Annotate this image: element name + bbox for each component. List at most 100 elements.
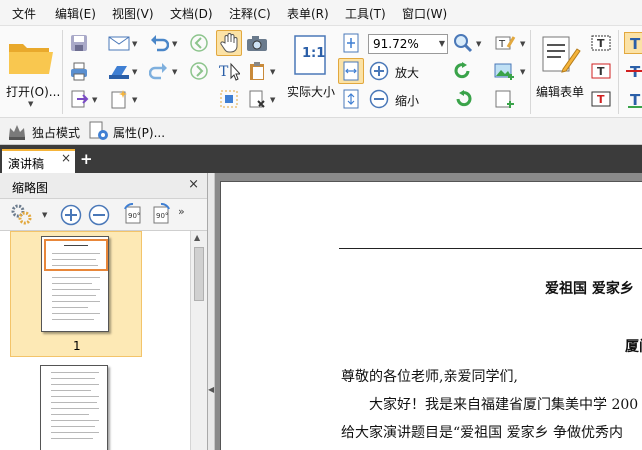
actual-size-label[interactable]: 实际大小 — [287, 83, 335, 100]
menu-document[interactable]: 文档(D) — [170, 5, 213, 22]
scanner-dropdown-icon[interactable]: ▼ — [132, 68, 137, 76]
thumb-zoom-out-icon[interactable] — [88, 204, 110, 226]
zoom-out-icon[interactable] — [368, 88, 390, 110]
scanner-icon[interactable] — [108, 60, 130, 82]
save-icon[interactable] — [68, 32, 90, 54]
svg-text:T: T — [630, 91, 641, 108]
actual-size-glyph: 1:1 — [302, 46, 326, 61]
clipboard-icon[interactable] — [246, 60, 268, 82]
zoom-select[interactable]: 91.72% ▼ — [368, 34, 448, 54]
text-box-icon[interactable]: T — [590, 60, 612, 82]
clipboard-dropdown-icon[interactable]: ▼ — [270, 68, 275, 76]
print-icon[interactable] — [68, 60, 90, 82]
new-document-icon[interactable] — [108, 88, 130, 110]
rotate-page-left-icon[interactable]: 90° — [122, 203, 144, 225]
email-dropdown-icon[interactable]: ▼ — [132, 40, 137, 48]
snapshot-icon[interactable] — [246, 32, 268, 54]
options-dropdown-icon[interactable]: ▼ — [42, 211, 47, 219]
magnifier-dropdown-icon[interactable]: ▼ — [476, 40, 481, 48]
fit-width-icon[interactable] — [338, 58, 364, 84]
svg-text:T: T — [597, 93, 605, 106]
fit-visible-icon[interactable] — [340, 88, 362, 110]
highlight-text-icon[interactable]: T — [624, 32, 642, 54]
menu-comment[interactable]: 注释(C) — [229, 5, 271, 22]
strikeout-text-icon[interactable]: T — [624, 60, 642, 82]
thumbnail-page-number: 1 — [73, 339, 81, 353]
svg-text:T: T — [498, 39, 506, 50]
redo-icon[interactable] — [148, 60, 170, 82]
properties-icon[interactable] — [88, 120, 110, 142]
new-dropdown-icon[interactable]: ▼ — [132, 96, 137, 104]
menu-edit[interactable]: 编辑(E) — [55, 5, 96, 22]
rotate-right-icon[interactable] — [452, 88, 474, 110]
form-tool-dropdown-icon[interactable]: ▼ — [270, 96, 275, 104]
text-field-icon[interactable]: T — [590, 32, 612, 54]
open-folder-icon[interactable] — [6, 34, 56, 78]
svg-text:90°: 90° — [156, 212, 168, 220]
zoom-out-label[interactable]: 缩小 — [395, 92, 419, 109]
open-label[interactable]: 打开(O)... — [6, 83, 60, 100]
thumb-zoom-in-icon[interactable] — [60, 204, 82, 226]
underline-text-icon[interactable]: T — [624, 88, 642, 110]
scrollbar-thumb[interactable] — [194, 247, 204, 301]
zoom-dropdown-icon[interactable]: ▼ — [439, 39, 445, 48]
open-dropdown-icon[interactable]: ▼ — [28, 100, 33, 108]
typewriter-dropdown-icon[interactable]: ▼ — [520, 40, 525, 48]
insert-image-icon[interactable] — [494, 60, 516, 82]
close-panel-icon[interactable]: × — [188, 177, 199, 192]
collapse-panel-icon[interactable]: ◀ — [208, 385, 214, 394]
export-icon[interactable] — [68, 88, 90, 110]
thumbnail-page[interactable] — [40, 365, 108, 450]
crown-icon[interactable] — [6, 121, 28, 143]
more-options-icon[interactable]: » — [178, 205, 185, 218]
email-icon[interactable] — [108, 32, 130, 54]
zoom-value: 91.72% — [373, 37, 419, 51]
svg-text:T: T — [630, 35, 641, 52]
redo-dropdown-icon[interactable]: ▼ — [172, 68, 177, 76]
edit-form-label[interactable]: 编辑表单 — [536, 83, 584, 100]
back-icon[interactable] — [188, 32, 210, 54]
thumbnail-scrollbar[interactable]: ▲ — [190, 231, 207, 450]
document-tab[interactable]: 演讲稿 × — [2, 149, 75, 173]
select-text-icon[interactable]: T — [218, 60, 240, 82]
scroll-up-icon[interactable]: ▲ — [194, 233, 200, 242]
options-gear-icon[interactable] — [10, 203, 32, 225]
undo-dropdown-icon[interactable]: ▼ — [172, 40, 177, 48]
rotate-page-right-icon[interactable]: 90° — [150, 203, 172, 225]
undo-icon[interactable] — [148, 32, 170, 54]
edit-form-icon[interactable] — [538, 34, 582, 76]
separator — [530, 30, 531, 114]
menu-tools[interactable]: 工具(T) — [345, 5, 386, 22]
export-dropdown-icon[interactable]: ▼ — [92, 96, 97, 104]
zoom-in-icon[interactable] — [368, 60, 390, 82]
new-tab-icon[interactable]: + — [80, 150, 93, 168]
exclusive-mode-label[interactable]: 独占模式 — [32, 124, 80, 141]
properties-label[interactable]: 属性(P)... — [113, 124, 165, 141]
menu-file[interactable]: 文件 — [12, 5, 36, 22]
magnifier-icon[interactable] — [452, 32, 474, 54]
forward-icon[interactable] — [188, 60, 210, 82]
thumbnail-panel: 缩略图 × ▼ 90° 90° » 1 ▲ — [0, 173, 208, 450]
typewriter-icon[interactable]: T — [494, 32, 516, 54]
menu-window[interactable]: 窗口(W) — [402, 5, 447, 22]
hand-tool-icon[interactable] — [216, 30, 242, 56]
menu-form[interactable]: 表单(R) — [287, 5, 329, 22]
document-page[interactable]: 爱祖国 爱家乡 厦门 尊敬的各位老师,亲爱同学们, 大家好！我是来自福建省厦门集… — [220, 181, 642, 450]
rotate-left-icon[interactable] — [452, 60, 474, 82]
insert-image-dropdown-icon[interactable]: ▼ — [520, 68, 525, 76]
insert-object-icon[interactable] — [494, 88, 516, 110]
thumbnail-selected[interactable]: 1 — [10, 231, 142, 357]
callout-icon[interactable]: T — [590, 88, 612, 110]
document-view[interactable]: 爱祖国 爱家乡 厦门 尊敬的各位老师,亲爱同学们, 大家好！我是来自福建省厦门集… — [215, 173, 642, 450]
separator — [62, 30, 63, 114]
marquee-zoom-icon[interactable] — [218, 88, 240, 110]
close-tab-icon[interactable]: × — [61, 151, 71, 165]
fit-page-icon[interactable] — [340, 32, 362, 54]
form-tool-icon[interactable] — [246, 88, 268, 110]
zoom-in-label[interactable]: 放大 — [395, 64, 419, 81]
menu-view[interactable]: 视图(V) — [112, 5, 154, 22]
viewport-indicator[interactable] — [44, 239, 108, 271]
panel-splitter[interactable]: ◀ — [208, 173, 215, 450]
document-tab-label: 演讲稿 — [8, 157, 45, 171]
quick-access-bar: 独占模式 属性(P)... — [0, 118, 642, 145]
